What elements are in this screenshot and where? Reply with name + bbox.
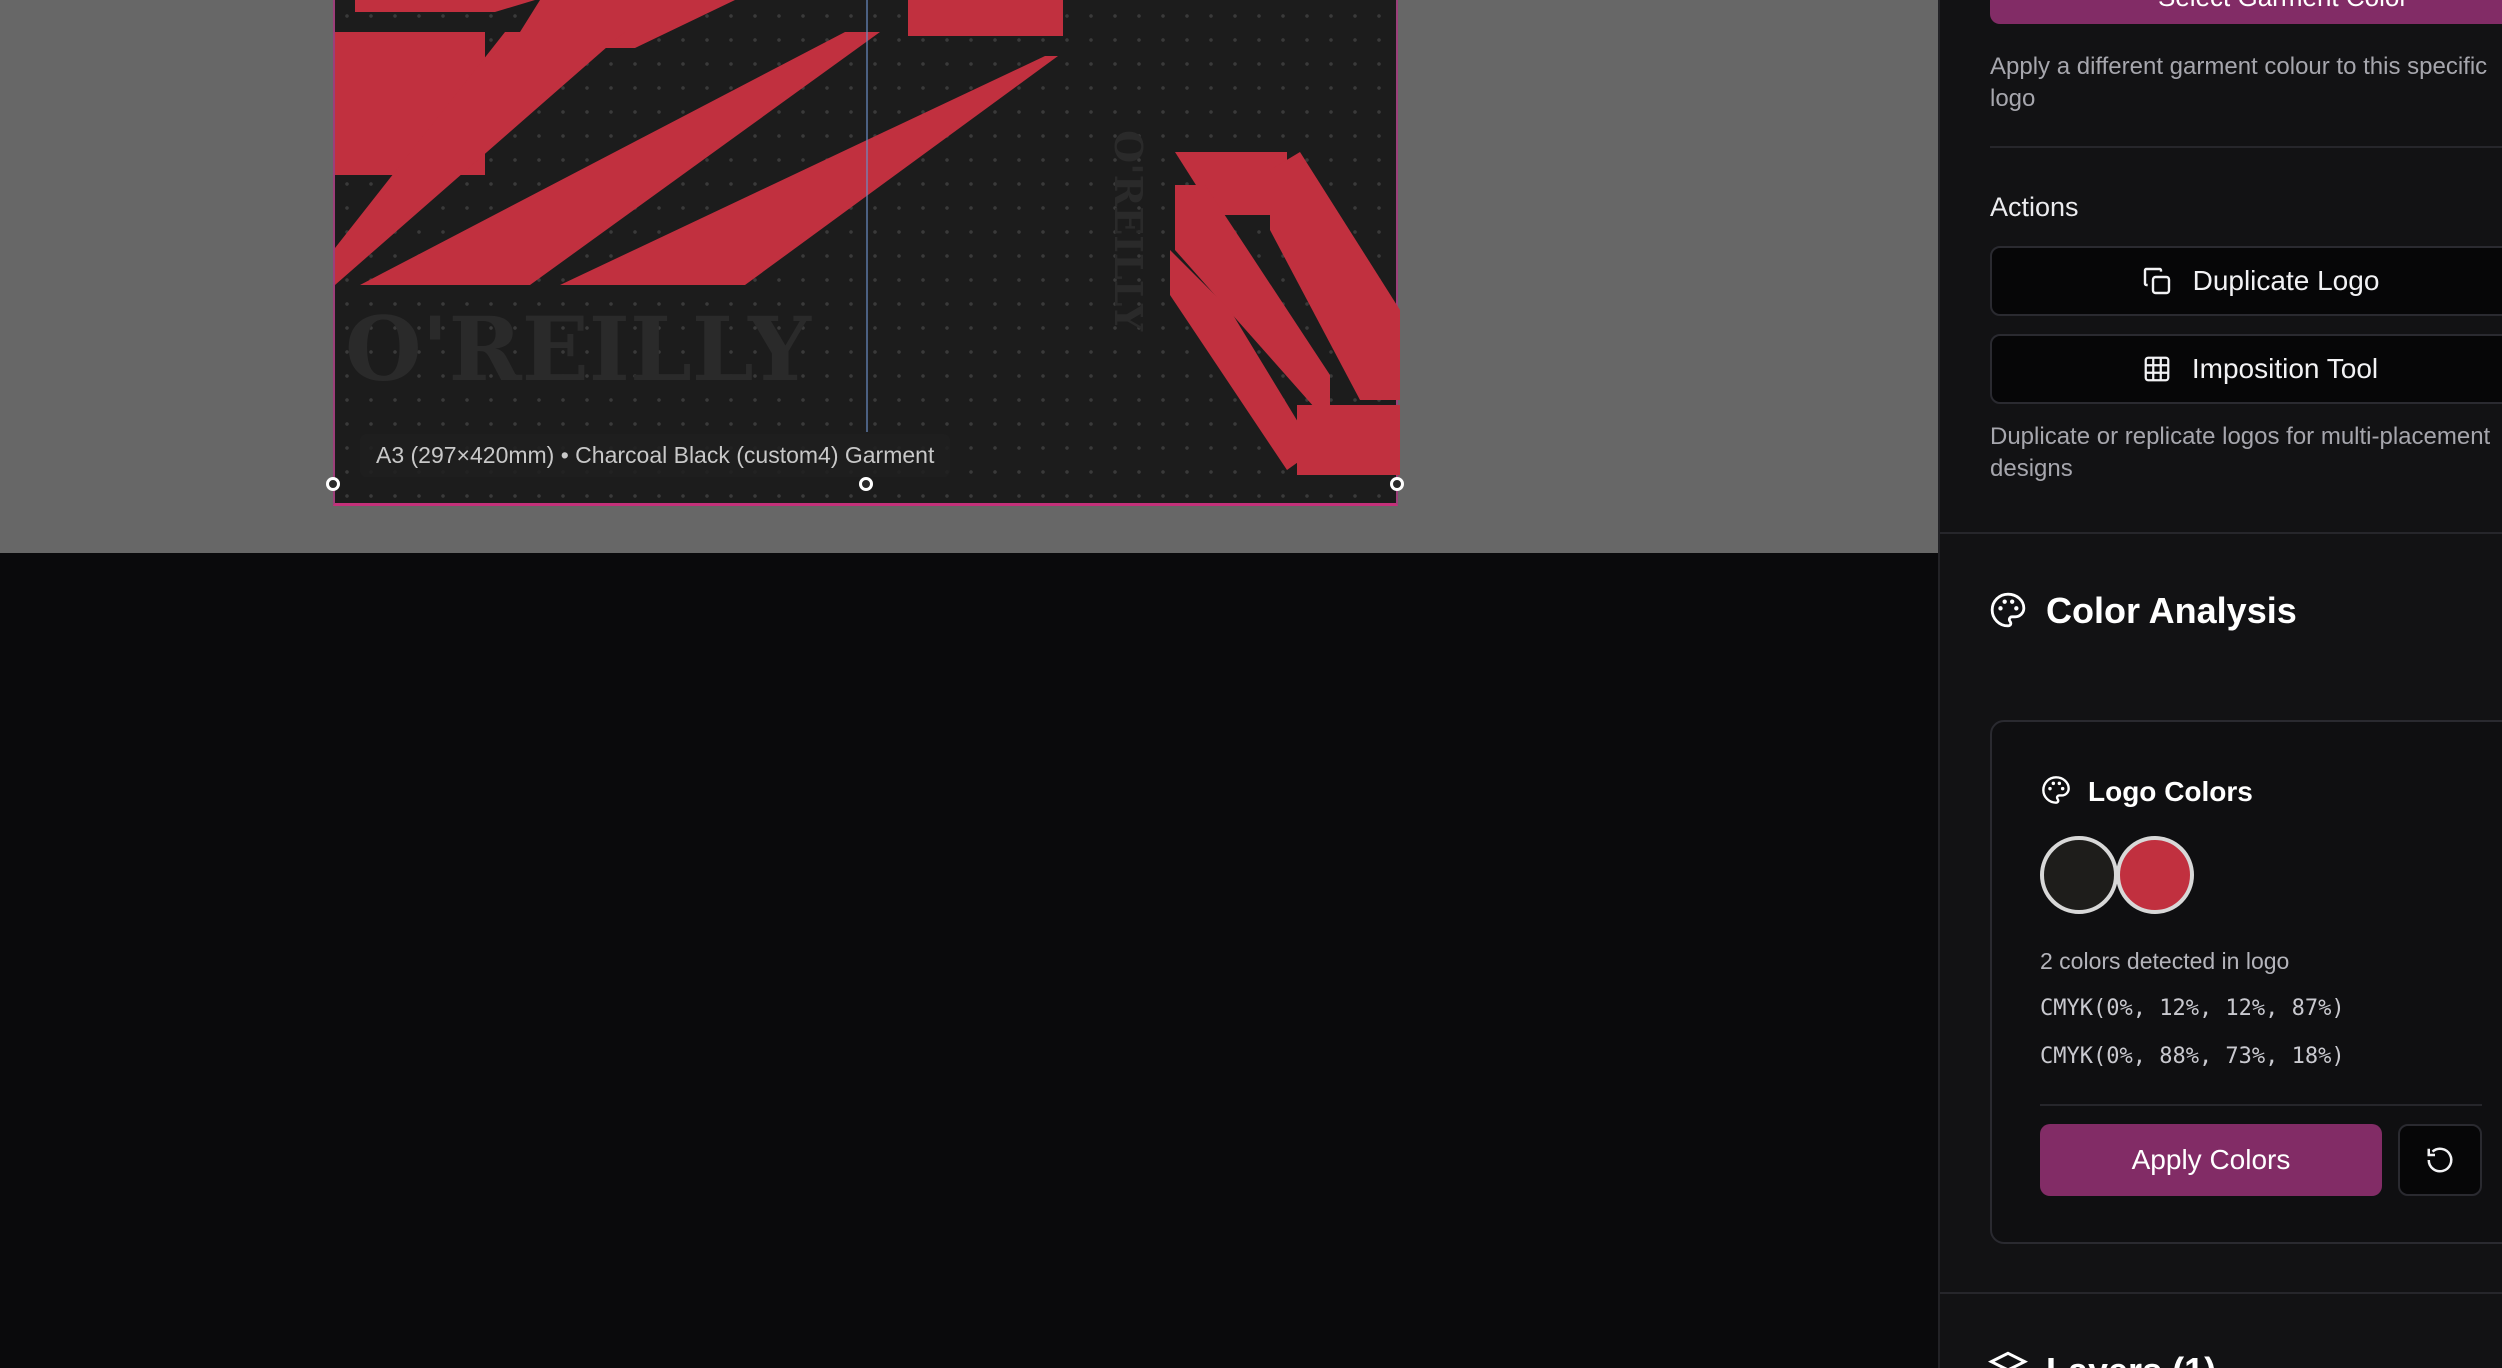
reset-icon [2427,1147,2453,1173]
workspace[interactable]: O'REILLY O'REILLY A3 (297×420mm) • Charc… [0,0,1938,553]
properties-panel[interactable]: Select Garment Color Apply a different g… [1938,0,2502,1368]
svg-text:O'REILLY: O'REILLY [1106,130,1151,332]
apply-colors-label: Apply Colors [2131,1144,2291,1175]
svg-text:O'REILLY: O'REILLY [345,297,812,401]
actions-title: Actions [1990,192,2079,222]
color-swatch[interactable] [2116,836,2194,914]
duplicate-logo-label: Duplicate Logo [2192,265,2380,296]
palette-icon [2042,776,2070,804]
copy-icon [2143,267,2170,295]
reset-colors-button[interactable] [2398,1124,2482,1196]
select-garment-color-button[interactable]: Select Garment Color [1990,0,2502,24]
cmyk-value: CMYK(0%, 12%, 12%, 87%) [2040,996,2345,1021]
section-divider [1940,532,2502,534]
apply-colors-button[interactable]: Apply Colors [2040,1124,2382,1196]
logo-artwork[interactable]: O'REILLY O'REILLY [335,0,1400,506]
resize-handle-bottom-right[interactable] [1390,477,1404,491]
cmyk-value: CMYK(0%, 88%, 73%, 18%) [2040,1044,2345,1069]
divider [1990,146,2502,148]
select-garment-color-label: Select Garment Color [2158,0,2408,13]
layers-icon [1988,1351,2028,1368]
actions-help: Duplicate or replicate logos for multi-p… [1990,423,2491,482]
resize-handle-bottom-center[interactable] [859,477,873,491]
logo-colors-title: Logo Colors [2088,776,2253,807]
divider [2040,1104,2482,1106]
grid-icon [2144,356,2170,382]
resize-handle-bottom-left[interactable] [326,477,340,491]
imposition-tool-label: Imposition Tool [2191,353,2379,384]
colors-detected-text: 2 colors detected in logo [2040,948,2290,974]
duplicate-logo-button[interactable]: Duplicate Logo [1990,246,2502,316]
garment-color-help: Apply a different garment colour to this… [1990,53,2488,112]
garment-artboard[interactable]: O'REILLY O'REILLY [326,0,1404,506]
color-swatch[interactable] [2040,836,2118,914]
imposition-tool-button[interactable]: Imposition Tool [1990,334,2502,404]
artboard-size-label: A3 (297×420mm) • Charcoal Black (custom4… [360,434,951,477]
canvas-area[interactable]: O'REILLY O'REILLY A3 (297×420mm) • Charc… [0,0,1938,1368]
palette-icon [1990,592,2026,628]
color-analysis-title: Color Analysis [2046,590,2297,631]
section-divider [1940,1292,2502,1294]
layers-title[interactable]: Layers (1) [2046,1350,2216,1368]
logo-colors-card: Logo Colors 2 colors detected in logo CM… [1990,720,2502,1244]
